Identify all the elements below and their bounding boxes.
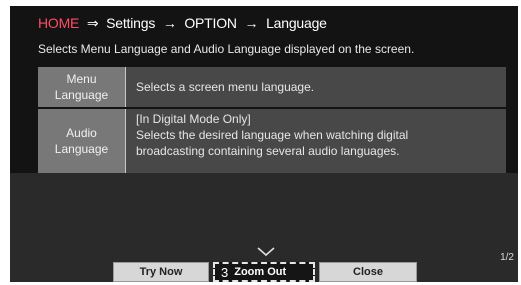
- close-button[interactable]: Close: [319, 262, 417, 282]
- row-description-line: broadcasting containing several audio la…: [136, 144, 400, 158]
- row-description: Selects a screen menu language.: [126, 67, 506, 107]
- breadcrumb-language: Language: [266, 15, 327, 31]
- row-label-line: Audio: [66, 126, 97, 140]
- row-label-line: Language: [54, 88, 109, 102]
- row-label-line: Language: [54, 142, 109, 156]
- page-indicator: 1/2: [500, 252, 514, 263]
- chevron-down-icon[interactable]: [257, 247, 275, 257]
- row-description: [In Digital Mode Only] Selects the desir…: [126, 109, 506, 173]
- button-bar: Try Now 3 Zoom Out Close: [113, 262, 419, 282]
- table-row: Menu Language Selects a screen menu lang…: [38, 67, 506, 107]
- zoom-out-label: Zoom Out: [234, 266, 287, 278]
- settings-table: Menu Language Selects a screen menu lang…: [38, 67, 506, 173]
- breadcrumb-arrow-icon: ⇒: [86, 15, 99, 31]
- breadcrumb-option: OPTION: [184, 15, 237, 31]
- breadcrumb: HOME ⇒ Settings → OPTION → Language: [38, 15, 327, 32]
- breadcrumb-arrow-icon: →: [162, 15, 177, 31]
- zoom-out-button[interactable]: 3 Zoom Out: [213, 262, 315, 282]
- row-label: Audio Language: [38, 109, 126, 173]
- breadcrumb-settings: Settings: [106, 15, 156, 31]
- zoom-shortcut-number: 3: [221, 264, 229, 280]
- breadcrumb-home: HOME: [38, 15, 80, 31]
- row-description-line: Selects the desired language when watchi…: [136, 128, 409, 142]
- tv-screen: HOME ⇒ Settings → OPTION → Language Sele…: [10, 6, 518, 282]
- breadcrumb-arrow-icon: →: [244, 15, 259, 31]
- try-now-button[interactable]: Try Now: [113, 262, 209, 282]
- row-description-line: [In Digital Mode Only]: [136, 112, 251, 126]
- page-description: Selects Menu Language and Audio Language…: [38, 42, 415, 56]
- help-panel: HOME ⇒ Settings → OPTION → Language Sele…: [10, 6, 518, 173]
- row-label: Menu Language: [38, 67, 126, 107]
- table-row: Audio Language [In Digital Mode Only] Se…: [38, 109, 506, 173]
- row-label-line: Menu: [66, 72, 97, 86]
